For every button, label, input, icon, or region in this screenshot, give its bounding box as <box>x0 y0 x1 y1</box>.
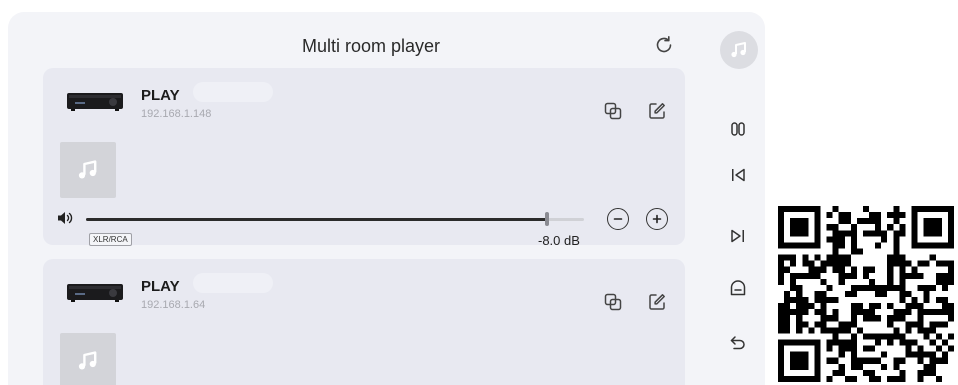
volume-slider[interactable] <box>86 212 584 226</box>
music-note-icon <box>731 42 746 58</box>
next-icon[interactable] <box>728 226 748 246</box>
qr-code <box>778 206 954 382</box>
device-ip: 192.168.1.64 <box>141 299 206 311</box>
volume-icon[interactable] <box>57 211 73 225</box>
edit-icon[interactable] <box>646 291 668 313</box>
volume-up-button[interactable] <box>646 208 668 230</box>
music-note-icon <box>78 160 97 179</box>
plus-icon <box>652 214 662 224</box>
music-note-icon <box>78 351 97 370</box>
page-title: Multi room player <box>301 36 441 56</box>
name-placeholder <box>193 273 273 293</box>
volume-slider-fill <box>86 218 547 221</box>
back-icon[interactable] <box>728 332 748 352</box>
pause-icon[interactable] <box>728 119 748 139</box>
name-placeholder <box>193 82 273 102</box>
home-icon[interactable] <box>728 278 748 298</box>
volume-value: -8.0 dB <box>538 233 580 248</box>
now-playing-avatar[interactable] <box>720 31 758 69</box>
minus-icon <box>613 218 623 220</box>
amplifier-image <box>67 284 123 302</box>
device-name: PLAY <box>141 87 180 104</box>
edit-icon[interactable] <box>646 100 668 122</box>
input-source-badge: XLR/RCA <box>89 233 132 246</box>
multiroom-panel: Multi room player PLAY 192.168.1.148 XLR… <box>8 12 765 385</box>
device-card: PLAY 192.168.1.148 XLR/RCA -8.0 dB <box>43 68 685 248</box>
device-ip: 192.168.1.148 <box>141 108 212 120</box>
device-name: PLAY <box>141 278 180 295</box>
previous-icon[interactable] <box>728 165 748 185</box>
group-icon[interactable] <box>602 291 624 313</box>
volume-down-button[interactable] <box>607 208 629 230</box>
amplifier-image <box>67 93 123 111</box>
volume-slider-thumb[interactable] <box>544 212 549 226</box>
album-art <box>60 333 116 385</box>
refresh-icon[interactable] <box>653 34 675 56</box>
group-icon[interactable] <box>602 100 624 122</box>
device-card: PLAY 192.168.1.64 <box>43 259 685 385</box>
album-art <box>60 142 116 198</box>
